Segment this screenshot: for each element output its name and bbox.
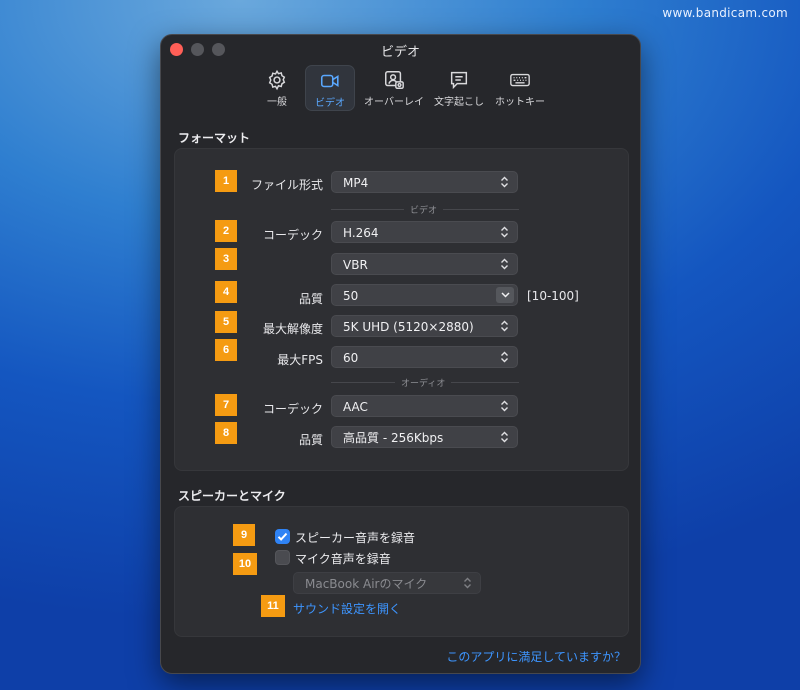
- callout-badge-10: 10: [233, 553, 257, 575]
- max-resolution-value: 5K UHD (5120×2880): [343, 320, 474, 334]
- max-fps-value: 60: [343, 351, 359, 365]
- callout-badge-4: 4: [215, 281, 237, 303]
- chevron-updown-icon: [499, 347, 509, 367]
- video-camera-icon: [320, 74, 339, 88]
- chevron-updown-icon: [499, 427, 509, 447]
- max-fps-label: 最大FPS: [277, 353, 323, 367]
- tab-transcription[interactable]: 文字起こし: [433, 65, 485, 111]
- watermark: www.bandicam.com: [662, 6, 788, 20]
- quality-label: 品質: [298, 292, 323, 306]
- tab-general[interactable]: 一般: [257, 65, 297, 111]
- max-resolution-select[interactable]: 5K UHD (5120×2880): [331, 315, 518, 337]
- tab-overlay-label: オーバーレイ: [364, 97, 424, 108]
- record-mic-label[interactable]: マイク音声を録音: [295, 550, 391, 567]
- max-resolution-label: 最大解像度: [262, 322, 323, 336]
- callout-badge-8: 8: [215, 422, 237, 444]
- tab-hotkeys-label: ホットキー: [495, 97, 545, 108]
- gear-icon: [268, 69, 286, 91]
- tab-video-label: ビデオ: [315, 98, 345, 109]
- format-section-title: フォーマット: [178, 131, 251, 145]
- quality-dropdown-button[interactable]: [496, 287, 514, 303]
- quality-combo[interactable]: 50: [331, 284, 518, 306]
- callout-badge-2: 2: [215, 220, 237, 242]
- audio-codec-value: AAC: [343, 400, 368, 414]
- record-speaker-label[interactable]: スピーカー音声を録音: [295, 529, 415, 546]
- audio-quality-value: 高品質 - 256Kbps: [343, 431, 444, 445]
- file-format-select[interactable]: MP4: [331, 171, 518, 193]
- callout-badge-3: 3: [215, 248, 237, 270]
- tab-hotkeys[interactable]: ホットキー: [491, 65, 549, 111]
- bitrate-mode-select[interactable]: VBR: [331, 253, 518, 275]
- chevron-updown-icon: [499, 172, 509, 192]
- feedback-link[interactable]: このアプリに満足していますか？: [446, 648, 626, 665]
- video-codec-label: コーデック: [262, 228, 323, 242]
- speaker-mic-section-title: スピーカーとマイク: [178, 489, 286, 503]
- max-fps-select[interactable]: 60: [331, 346, 518, 368]
- file-format-value: MP4: [343, 176, 369, 190]
- speaker-mic-panel: 9 スピーカー音声を録音 10 マイク音声を録音 MacBook Airのマイク…: [174, 506, 629, 637]
- preferences-toolbar: 一般 ビデオ オーバーレイ 文字起こし ホットキー: [161, 65, 640, 111]
- format-panel: 1 ファイル形式 MP4 ビデオ 2 コーデック H.264 3 VBR 4 品…: [174, 148, 629, 471]
- file-format-label: ファイル形式: [250, 178, 323, 192]
- mic-device-value: MacBook Airのマイク: [305, 577, 428, 591]
- video-codec-select[interactable]: H.264: [331, 221, 518, 243]
- speech-bubble-icon: [450, 71, 468, 90]
- mic-device-select: MacBook Airのマイク: [293, 572, 481, 594]
- callout-badge-11: 11: [261, 595, 285, 617]
- chevron-updown-icon: [499, 222, 509, 242]
- record-mic-checkbox[interactable]: [275, 550, 290, 565]
- open-sound-settings-link[interactable]: サウンド設定を開く: [293, 600, 401, 617]
- checkmark-icon: [277, 532, 288, 541]
- quality-range-hint: [10-100]: [527, 289, 579, 303]
- audio-divider-label: オーディオ: [395, 376, 452, 389]
- overlay-camera-icon: [385, 71, 404, 89]
- bitrate-mode-value: VBR: [343, 258, 368, 272]
- audio-codec-select[interactable]: AAC: [331, 395, 518, 417]
- tab-overlay[interactable]: オーバーレイ: [361, 65, 427, 111]
- window-title: ビデオ: [380, 45, 420, 60]
- chevron-updown-icon: [462, 573, 472, 593]
- record-speaker-checkbox[interactable]: [275, 529, 290, 544]
- callout-badge-6: 6: [215, 339, 237, 361]
- quality-value[interactable]: 50: [343, 289, 358, 303]
- audio-codec-label: コーデック: [262, 402, 323, 416]
- video-codec-value: H.264: [343, 226, 379, 240]
- keyboard-icon: [510, 73, 530, 87]
- chevron-down-icon: [500, 292, 510, 298]
- chevron-updown-icon: [499, 254, 509, 274]
- chevron-updown-icon: [499, 316, 509, 336]
- chevron-updown-icon: [499, 396, 509, 416]
- audio-quality-select[interactable]: 高品質 - 256Kbps: [331, 426, 518, 448]
- callout-badge-9: 9: [233, 524, 255, 546]
- tab-general-label: 一般: [267, 97, 287, 108]
- tab-transcription-label: 文字起こし: [434, 97, 484, 108]
- callout-badge-1: 1: [215, 170, 237, 192]
- audio-quality-label: 品質: [298, 433, 323, 447]
- video-divider-label: ビデオ: [404, 203, 444, 216]
- tab-video[interactable]: ビデオ: [305, 65, 355, 111]
- callout-badge-7: 7: [215, 394, 237, 416]
- preferences-window: ビデオ 一般 ビデオ オーバーレイ 文字起こし ホットキー フォーマット 1 フ…: [160, 34, 641, 674]
- callout-badge-5: 5: [215, 311, 237, 333]
